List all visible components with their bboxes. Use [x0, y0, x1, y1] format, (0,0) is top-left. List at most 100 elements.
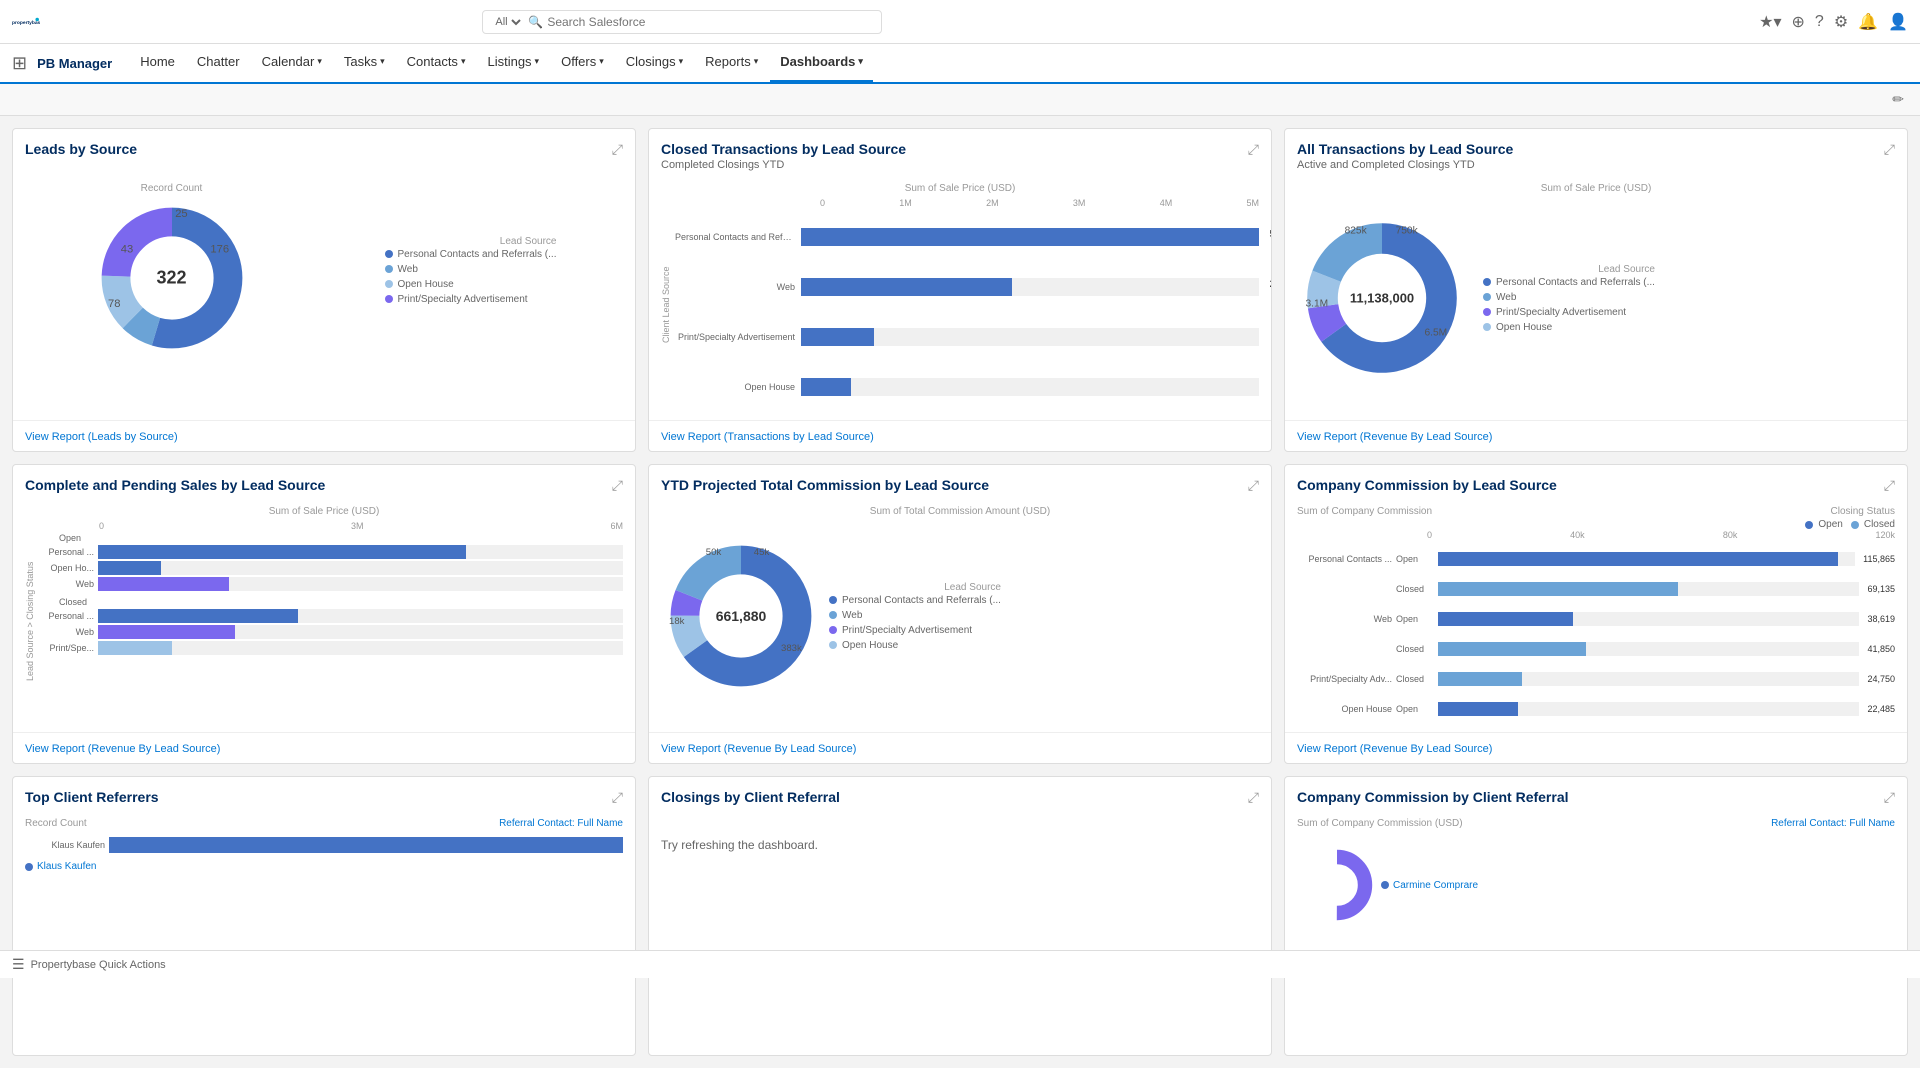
view-report-link[interactable]: View Report (Revenue By Lead Source) [661, 743, 856, 755]
quick-actions-label: Propertybase Quick Actions [31, 959, 166, 971]
view-report-link[interactable]: View Report (Revenue By Lead Source) [1297, 743, 1492, 755]
main-nav: ⊞ PB Manager Home Chatter Calendar▾ Task… [0, 44, 1920, 84]
avatar[interactable]: 👤 [1888, 12, 1908, 32]
view-report-link[interactable]: View Report (Revenue By Lead Source) [1297, 431, 1492, 443]
expand-icon[interactable]: ⤢ [612, 141, 623, 158]
card-header: All Transactions by Lead Source Active a… [1285, 129, 1907, 175]
card-body: Sum of Sale Price (USD) Lead Source > Cl… [13, 498, 635, 732]
comm-bar-outer [1438, 582, 1859, 596]
legend-item: Print/Specialty Advertisement [385, 294, 557, 305]
legend-title: Lead Source [385, 236, 557, 247]
bar-fill [98, 625, 235, 639]
comm-source: Open House [1297, 704, 1392, 714]
search-scope[interactable]: All [491, 15, 524, 29]
axis-ticks: 03M6M [39, 521, 623, 531]
bar-row: Open Ho... 749,500 [39, 561, 623, 575]
card-header: Closed Transactions by Lead Source Compl… [649, 129, 1271, 175]
axis-label: Record Count [25, 818, 87, 829]
legend-dot [25, 863, 33, 871]
svg-text:383k: 383k [781, 643, 802, 654]
favorites-icon[interactable]: ★▾ [1759, 12, 1781, 32]
svg-text:6.5M: 6.5M [1425, 327, 1448, 338]
comm-source: Print/Specialty Adv... [1297, 674, 1392, 684]
card-complete-pending: Complete and Pending Sales by Lead Sourc… [12, 464, 636, 764]
card-commission-referral: Company Commission by Client Referral ⤢ … [1284, 776, 1908, 1056]
group-label-closed: Closed [39, 597, 623, 607]
expand-icon[interactable]: ⤢ [612, 789, 623, 806]
comm-source: Personal Contacts ... [1297, 554, 1392, 564]
expand-icon[interactable]: ⤢ [1884, 789, 1895, 806]
comm-bar-outer [1438, 702, 1859, 716]
nav-brand: PB Manager [37, 56, 112, 71]
expand-icon[interactable]: ⤢ [612, 477, 623, 494]
card-footer: View Report (Revenue By Lead Source) [13, 732, 635, 763]
comm-bar-fill [1438, 672, 1522, 686]
expand-icon[interactable]: ⤢ [1248, 141, 1259, 158]
nav-chatter[interactable]: Chatter [187, 43, 250, 83]
nav-closings[interactable]: Closings▾ [616, 43, 693, 83]
card-all-transactions: All Transactions by Lead Source Active a… [1284, 128, 1908, 452]
expand-icon[interactable]: ⤢ [1884, 141, 1895, 158]
nav-contacts[interactable]: Contacts▾ [397, 43, 476, 83]
add-icon[interactable]: ⊕ [1792, 12, 1805, 32]
nav-calendar[interactable]: Calendar▾ [252, 43, 332, 83]
svg-text:18k: 18k [669, 616, 685, 627]
partial-header: Sum of Company Commission (USD) Referral… [1297, 818, 1895, 829]
search-bar[interactable]: All 🔍 [482, 10, 882, 34]
nav-dashboards[interactable]: Dashboards▾ [770, 43, 873, 83]
card-ytd-commission: YTD Projected Total Commission by Lead S… [648, 464, 1272, 764]
bar-row: Web 1,542,000 [39, 625, 623, 639]
donut-label: 322 [156, 267, 186, 288]
edit-icon[interactable]: ✏ [1892, 91, 1904, 108]
legend-label: Open House [1496, 322, 1552, 333]
card-body: Try refreshing the dashboard. [649, 810, 1271, 1055]
bar-label: Klaus Kaufen [25, 840, 105, 850]
top-nav: propertybase All 🔍 ★▾ ⊕ ? ⚙ 🔔 👤 [0, 0, 1920, 44]
bar-fill [801, 278, 1012, 296]
comm-value: 69,135 [1867, 584, 1895, 594]
nav-offers[interactable]: Offers▾ [551, 43, 614, 83]
axis-label: Sum of Company Commission (USD) [1297, 818, 1463, 829]
legend-label: Open House [842, 640, 898, 651]
bar-label: Open House [675, 382, 795, 392]
expand-icon[interactable]: ⤢ [1248, 477, 1259, 494]
view-report-link[interactable]: View Report (Revenue By Lead Source) [25, 743, 220, 755]
help-icon[interactable]: ? [1815, 13, 1824, 31]
svg-text:3.1M: 3.1M [1306, 299, 1329, 310]
nav-reports[interactable]: Reports▾ [695, 43, 768, 83]
axis-label: Sum of Total Commission Amount (USD) [661, 506, 1259, 517]
legend: Personal Contacts and Referrals (... Web… [1483, 277, 1655, 333]
bar-fill [98, 641, 172, 655]
nav-home[interactable]: Home [130, 43, 185, 83]
expand-icon[interactable]: ⤢ [1884, 477, 1895, 494]
nav-listings[interactable]: Listings▾ [477, 43, 549, 83]
legend-label: Carmine Comprare [1393, 880, 1478, 891]
top-nav-right: ★▾ ⊕ ? ⚙ 🔔 👤 [1759, 12, 1908, 32]
card-body: Sum of Sale Price (USD) Client Lead Sour… [649, 175, 1271, 420]
bar-fill [98, 561, 161, 575]
app-launcher-icon[interactable]: ⊞ [12, 53, 27, 74]
donut-label: 661,880 [716, 608, 767, 624]
card-title: Complete and Pending Sales by Lead Sourc… [25, 477, 325, 493]
svg-text:25: 25 [175, 208, 187, 220]
commission-bar-row: Closed 41,850 [1297, 642, 1895, 656]
comm-value: 22,485 [1867, 704, 1895, 714]
settings-icon[interactable]: ⚙ [1834, 12, 1848, 32]
bar-fill [98, 545, 466, 559]
bar-row: Klaus Kaufen [25, 837, 623, 853]
card-body: Record Count 176 25 43 78 [13, 162, 635, 420]
expand-icon[interactable]: ⤢ [1248, 789, 1259, 806]
bar-outer: 1,524,000 [98, 577, 623, 591]
view-report-link[interactable]: View Report (Leads by Source) [25, 431, 178, 443]
card-header: Closings by Client Referral ⤢ [649, 777, 1271, 810]
legend-dot [829, 626, 837, 634]
svg-text:176: 176 [210, 243, 229, 255]
quick-actions-icon: ☰ [12, 956, 25, 973]
nav-tasks[interactable]: Tasks▾ [334, 43, 395, 83]
legend-item: Open House [829, 640, 1001, 651]
search-input[interactable] [547, 15, 873, 29]
legend-dot [1483, 308, 1491, 316]
view-report-link[interactable]: View Report (Transactions by Lead Source… [661, 431, 874, 443]
legend-dot [1381, 881, 1389, 889]
notifications-icon[interactable]: 🔔 [1858, 12, 1878, 32]
